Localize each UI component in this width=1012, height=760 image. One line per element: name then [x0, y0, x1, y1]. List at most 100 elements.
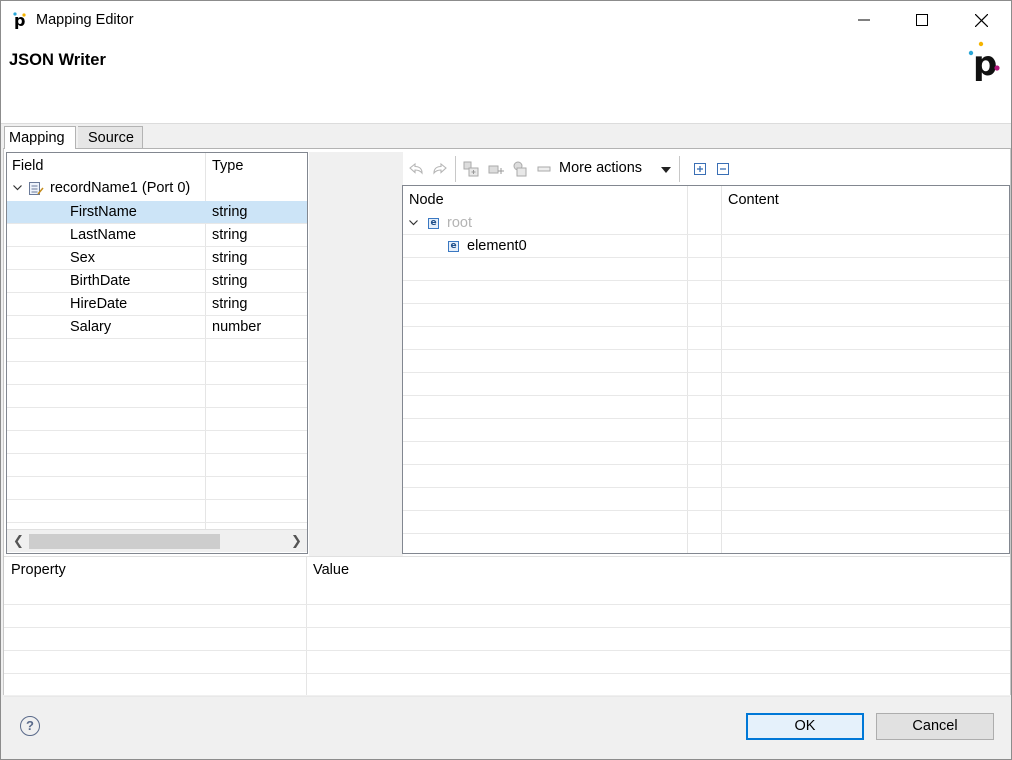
- help-glyph: ?: [26, 718, 34, 733]
- empty-row: [7, 477, 307, 500]
- minimize-button[interactable]: [835, 1, 893, 39]
- close-icon: [974, 13, 988, 27]
- column-header-node[interactable]: Node: [409, 192, 444, 208]
- app-logo-icon: p: [13, 11, 26, 29]
- close-button[interactable]: [952, 1, 1010, 39]
- field-name: LastName: [70, 227, 137, 243]
- input-fields-table[interactable]: Field Type recordName1 (Port 0) FirstNam…: [6, 152, 308, 554]
- field-name: Salary: [70, 319, 112, 335]
- table-row[interactable]: Sex string: [7, 247, 307, 270]
- empty-row: [403, 373, 1009, 396]
- tab-mapping[interactable]: Mapping: [4, 126, 76, 149]
- empty-row: [4, 605, 1010, 628]
- empty-row: [403, 442, 1009, 465]
- expand-all-icon[interactable]: [691, 160, 709, 178]
- empty-row: [403, 304, 1009, 327]
- undo-icon[interactable]: [407, 160, 425, 178]
- empty-row: [403, 465, 1009, 488]
- output-nodes-table[interactable]: Node Content e root e element0: [402, 185, 1010, 554]
- empty-row: [4, 674, 1010, 697]
- scrollbar-thumb[interactable]: [29, 534, 220, 549]
- empty-row: [403, 281, 1009, 304]
- brand-logo-icon: p: [968, 41, 1000, 81]
- window-title: Mapping Editor: [36, 12, 134, 28]
- mapping-editor-window: p Mapping Editor JSON Writer p Mapping S…: [0, 0, 1012, 760]
- field-name: Sex: [70, 250, 95, 266]
- field-name: FirstName: [70, 204, 137, 220]
- column-header-field[interactable]: Field: [12, 158, 43, 174]
- empty-row: [403, 511, 1009, 534]
- table-row[interactable]: BirthDate string: [7, 270, 307, 293]
- collapse-all-icon[interactable]: [714, 160, 732, 178]
- maximize-icon: [916, 14, 928, 26]
- field-type: string: [212, 227, 248, 243]
- property-table[interactable]: Property Value: [4, 556, 1010, 697]
- toolbar-separator: [455, 156, 456, 182]
- tree-node[interactable]: e element0: [403, 235, 1009, 258]
- element-icon: e: [428, 218, 439, 229]
- column-header-type[interactable]: Type: [212, 158, 243, 174]
- table-header: Node Content: [403, 186, 1009, 209]
- record-icon: [29, 182, 44, 195]
- empty-row: [403, 488, 1009, 511]
- table-row[interactable]: FirstName string: [7, 201, 307, 224]
- empty-row: [403, 350, 1009, 373]
- table-row[interactable]: LastName string: [7, 224, 307, 247]
- horizontal-scrollbar[interactable]: ❮ ❯: [7, 529, 307, 552]
- field-type: number: [212, 319, 262, 335]
- field-name: BirthDate: [70, 273, 131, 289]
- component-title: JSON Writer: [9, 51, 106, 69]
- column-header-value[interactable]: Value: [313, 562, 349, 578]
- remove-icon[interactable]: [535, 160, 553, 178]
- empty-row: [7, 408, 307, 431]
- empty-row: [7, 500, 307, 523]
- empty-row: [403, 396, 1009, 419]
- tab-source[interactable]: Source: [78, 126, 143, 148]
- chevron-down-icon[interactable]: [409, 220, 418, 226]
- title-bar: p Mapping Editor: [1, 1, 1011, 39]
- field-name: HireDate: [70, 296, 128, 312]
- cancel-button-label: Cancel: [912, 718, 958, 734]
- element-icon: e: [448, 241, 459, 252]
- mapping-connector-area: [309, 152, 403, 556]
- empty-row: [7, 431, 307, 454]
- mapping-tab-content: Field Type recordName1 (Port 0) FirstNam…: [3, 148, 1011, 697]
- ok-button[interactable]: OK: [746, 713, 864, 740]
- add-attribute-icon[interactable]: [511, 160, 529, 178]
- minimize-icon: [858, 19, 870, 21]
- empty-row: [403, 258, 1009, 281]
- ok-button-label: OK: [794, 718, 816, 734]
- cancel-button[interactable]: Cancel: [876, 713, 994, 740]
- svg-text:p: p: [973, 44, 997, 81]
- chevron-down-icon[interactable]: [661, 167, 671, 173]
- node-label: root: [447, 215, 472, 231]
- empty-row: [4, 651, 1010, 674]
- column-header-content[interactable]: Content: [728, 192, 779, 208]
- tab-source-label: Source: [88, 130, 134, 146]
- empty-row: [7, 362, 307, 385]
- tree-node-root[interactable]: e root: [403, 212, 1009, 235]
- node-label: element0: [467, 238, 527, 254]
- empty-row: [4, 628, 1010, 651]
- more-actions-button[interactable]: More actions: [559, 160, 642, 176]
- field-type: string: [212, 250, 248, 266]
- record-row[interactable]: recordName1 (Port 0): [7, 177, 307, 200]
- chevron-down-icon[interactable]: [13, 185, 22, 191]
- help-icon[interactable]: ?: [20, 716, 40, 736]
- scroll-left-icon[interactable]: ❮: [13, 533, 24, 549]
- empty-row: [403, 419, 1009, 442]
- scroll-right-icon[interactable]: ❯: [291, 533, 302, 549]
- record-label: recordName1 (Port 0): [50, 180, 191, 196]
- table-row[interactable]: Salary number: [7, 316, 307, 339]
- maximize-button[interactable]: [893, 1, 951, 39]
- add-child-icon[interactable]: [487, 160, 505, 178]
- column-header-property[interactable]: Property: [11, 562, 66, 578]
- redo-icon[interactable]: [431, 160, 449, 178]
- toolbar-separator: [679, 156, 680, 182]
- table-row[interactable]: HireDate string: [7, 293, 307, 316]
- add-element-icon[interactable]: [462, 160, 480, 178]
- table-header: Property Value: [4, 557, 1010, 605]
- dialog-header: JSON Writer p: [1, 39, 1011, 124]
- node-toolbar: More actions: [403, 154, 1003, 184]
- empty-row: [403, 327, 1009, 350]
